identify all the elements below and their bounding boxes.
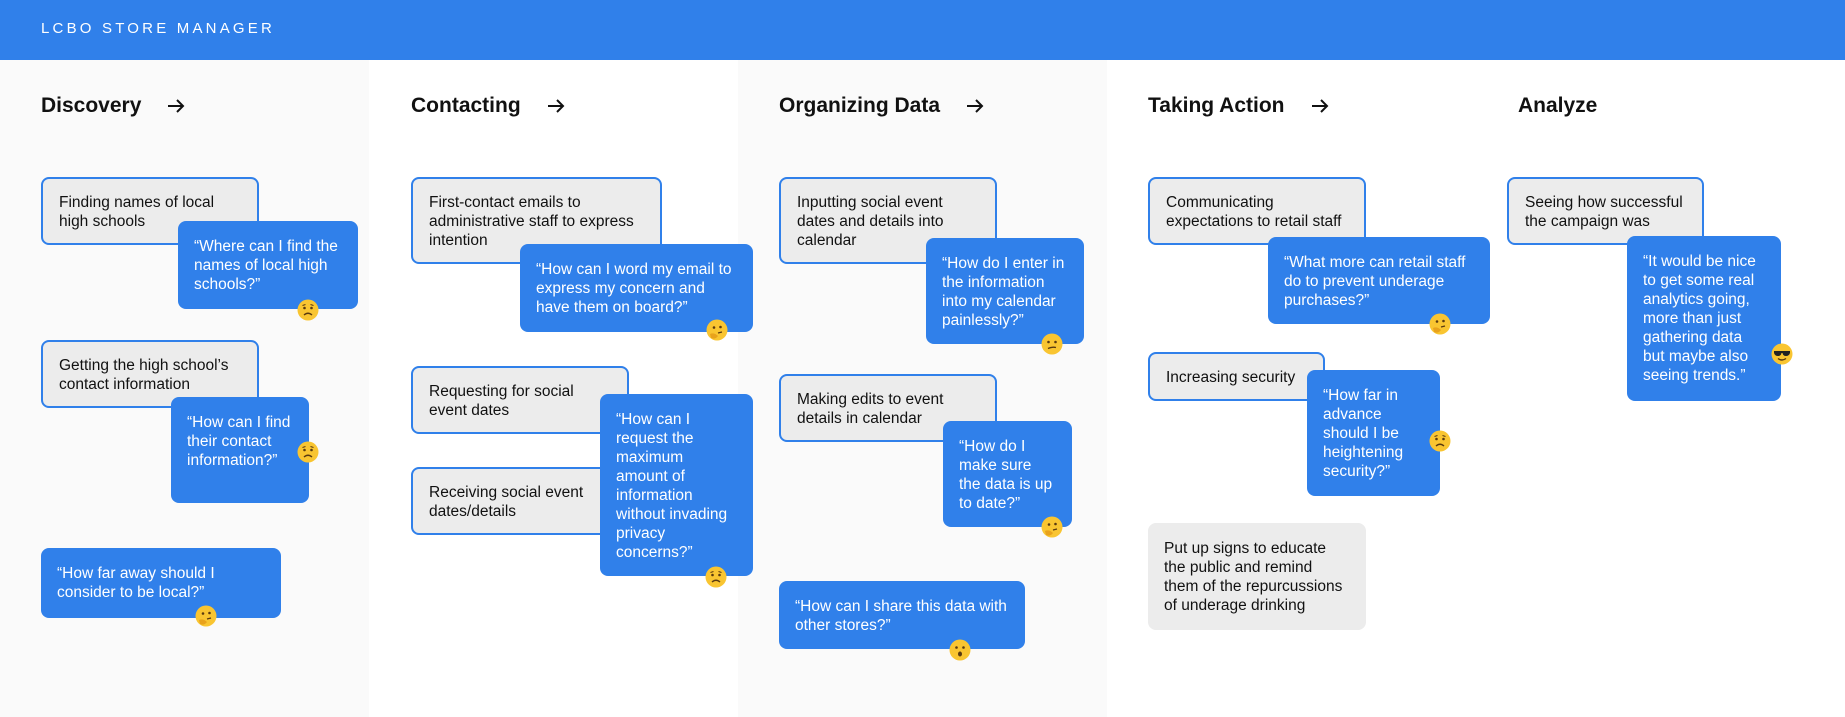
task-card: Receiving social event dates/details bbox=[411, 467, 611, 535]
task-card: Seeing how successful the campaign was bbox=[1507, 177, 1704, 245]
quote-card: “How do I enter in the information into … bbox=[926, 238, 1084, 344]
heading-label: Discovery bbox=[41, 94, 142, 117]
arrow-right-icon bbox=[165, 95, 187, 117]
quote-card: “Where can I find the names of local hig… bbox=[178, 221, 358, 309]
heading-label: Contacting bbox=[411, 94, 521, 117]
heading-label: Organizing Data bbox=[779, 94, 941, 117]
stage-heading-taking-action: Taking Action bbox=[1148, 94, 1331, 118]
task-card: Requesting for social event dates bbox=[411, 366, 629, 434]
idea-card: Put up signs to educate the public and r… bbox=[1148, 523, 1366, 630]
worried-face-icon bbox=[297, 299, 319, 321]
quote-card: “What more can retail staff do to preven… bbox=[1268, 237, 1490, 324]
worried-face-icon bbox=[1429, 430, 1451, 452]
stage-heading-organizing-data: Organizing Data bbox=[779, 94, 986, 118]
quote-card: “How can I share this data with other st… bbox=[779, 581, 1025, 649]
quote-card: “How can I request the maximum amount of… bbox=[600, 394, 753, 576]
arrow-right-icon bbox=[1309, 95, 1331, 117]
confused-face-icon bbox=[1041, 333, 1063, 355]
thinking-face-icon bbox=[706, 319, 728, 341]
quote-card: “How can I find their contact informatio… bbox=[171, 397, 309, 503]
stage-heading-contacting: Contacting bbox=[411, 94, 567, 118]
quote-card: “How do I make sure the data is up to da… bbox=[943, 421, 1072, 527]
worried-face-icon bbox=[297, 441, 319, 463]
app-header: LCBO STORE MANAGER bbox=[0, 0, 1845, 60]
arrow-right-icon bbox=[964, 95, 986, 117]
stage-heading-analyze: Analyze bbox=[1518, 94, 1597, 118]
quote-card: “How far in advance should I be heighten… bbox=[1307, 370, 1440, 496]
sunglasses-face-icon bbox=[1771, 343, 1793, 365]
quote-card: “It would be nice to get some real analy… bbox=[1627, 236, 1781, 401]
quote-card: “How far away should I consider to be lo… bbox=[41, 548, 281, 618]
thinking-face-icon bbox=[1429, 313, 1451, 335]
task-card: Increasing security bbox=[1148, 352, 1325, 401]
stage-heading-discovery: Discovery bbox=[41, 94, 187, 118]
worried-face-icon bbox=[705, 566, 727, 588]
task-card: Communicating expectations to retail sta… bbox=[1148, 177, 1366, 245]
heading-label: Analyze bbox=[1518, 94, 1598, 117]
hushed-face-icon bbox=[949, 639, 971, 661]
thinking-face-icon bbox=[195, 605, 217, 627]
app-title: LCBO STORE MANAGER bbox=[41, 20, 276, 37]
heading-label: Taking Action bbox=[1148, 94, 1285, 117]
thinking-face-icon bbox=[1041, 516, 1063, 538]
arrow-right-icon bbox=[545, 95, 567, 117]
